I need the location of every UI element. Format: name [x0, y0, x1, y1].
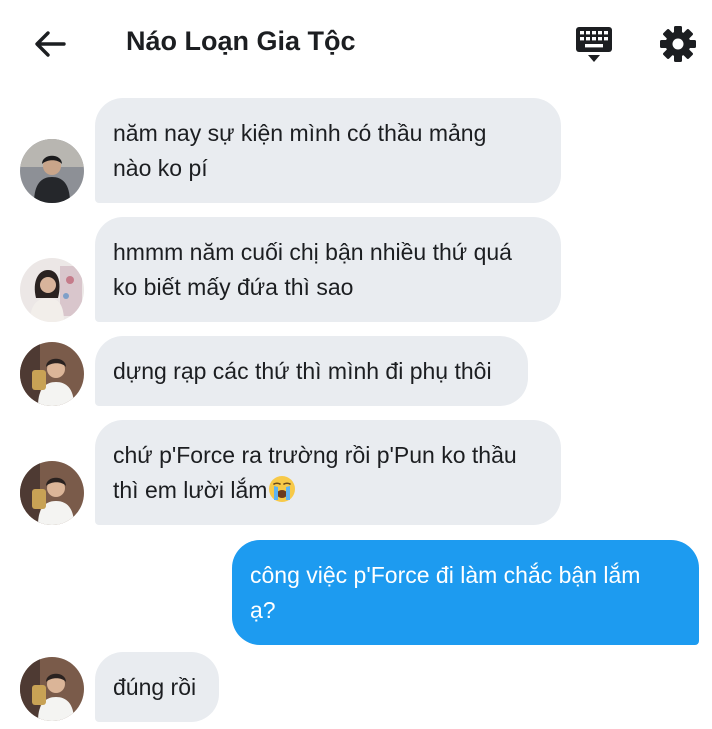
avatar[interactable]	[20, 139, 84, 203]
message-line: thì em lười lắm	[113, 473, 543, 508]
message-line: ạ?	[250, 597, 276, 623]
message-line: chứ p'Force ra trường rồi p'Pun ko thầu	[113, 442, 517, 468]
message-bubble[interactable]: dựng rạp các thứ thì mình đi phụ thôi	[95, 336, 528, 406]
arrow-left-icon	[35, 31, 66, 57]
settings-button[interactable]	[656, 22, 700, 66]
avatar[interactable]	[20, 258, 84, 322]
back-button[interactable]	[30, 24, 70, 64]
message-line: đúng rồi	[113, 674, 197, 700]
keyboard-button[interactable]	[572, 22, 616, 66]
message-line: nào ko pí	[113, 155, 208, 181]
message-bubble[interactable]: đúng rồi	[95, 652, 219, 722]
chat-header: Náo Loạn Gia Tộc	[0, 0, 712, 88]
message-line: ko biết mấy đứa thì sao	[113, 274, 354, 300]
message-bubble[interactable]: chứ p'Force ra trường rồi p'Pun ko thầu …	[95, 420, 561, 525]
message-line: năm nay sự kiện mình có thầu mảng	[113, 120, 487, 146]
avatar[interactable]	[20, 657, 84, 721]
message-line: dựng rạp các thứ thì mình đi phụ thôi	[113, 358, 492, 384]
message-bubble-outgoing[interactable]: công việc p'Force đi làm chắc bận lắm ạ?	[232, 540, 699, 645]
message-line: hmmm năm cuối chị bận nhiều thứ quá	[113, 239, 512, 265]
avatar[interactable]	[20, 461, 84, 525]
message-line-text: thì em lười lắm	[113, 477, 268, 503]
message-bubble[interactable]: năm nay sự kiện mình có thầu mảng nào ko…	[95, 98, 561, 203]
gear-icon	[660, 26, 696, 62]
message-line: công việc p'Force đi làm chắc bận lắm	[250, 562, 641, 588]
keyboard-icon	[576, 27, 612, 62]
loudly-crying-face-icon	[269, 476, 296, 502]
message-bubble[interactable]: hmmm năm cuối chị bận nhiều thứ quá ko b…	[95, 217, 561, 322]
avatar[interactable]	[20, 342, 84, 406]
conversation-title: Náo Loạn Gia Tộc	[126, 26, 356, 56]
